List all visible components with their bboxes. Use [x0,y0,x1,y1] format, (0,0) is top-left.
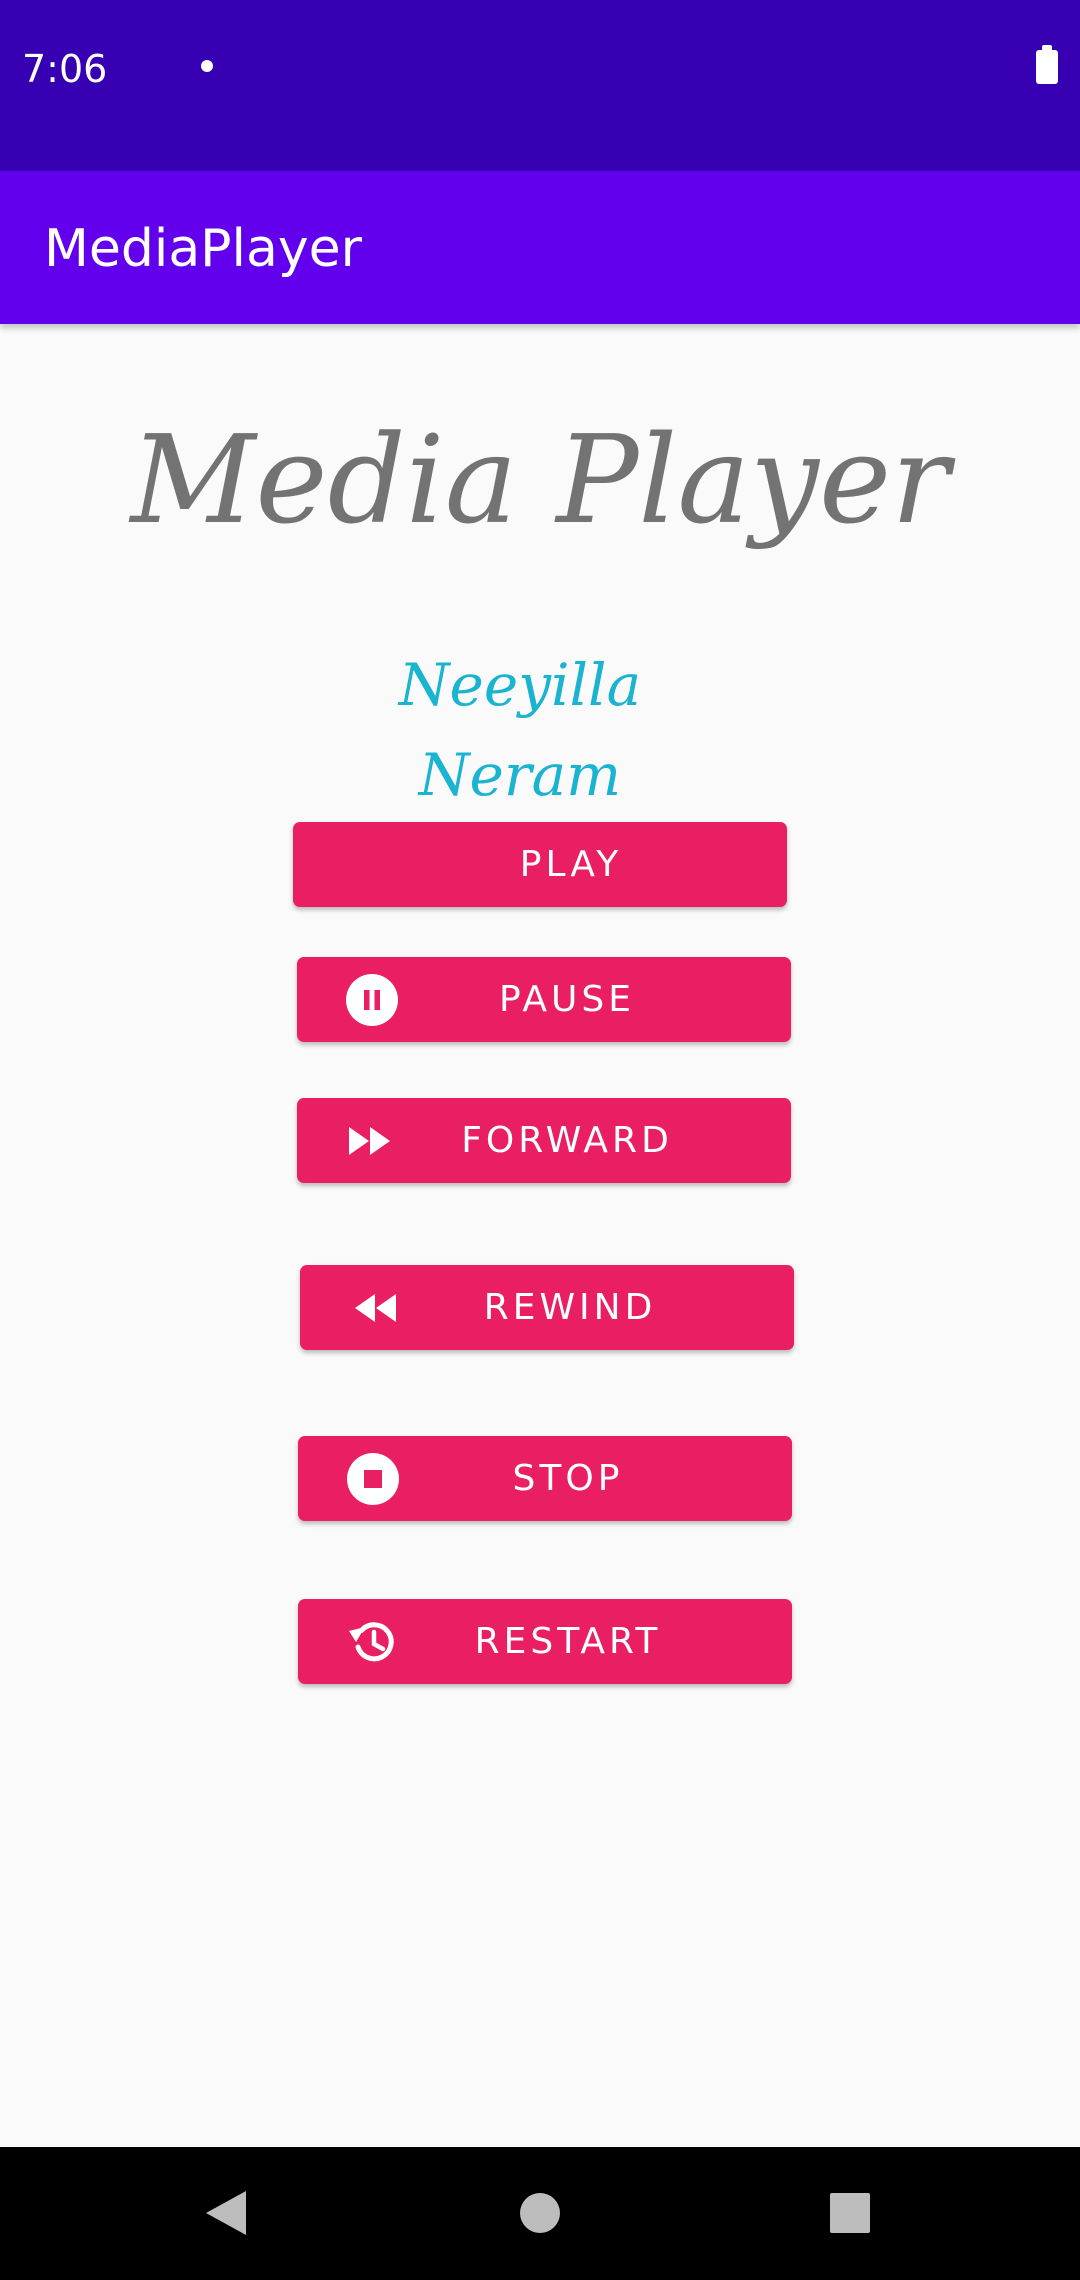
play-button[interactable]: PLAY [293,822,787,907]
rewind-button[interactable]: REWIND [300,1265,794,1350]
forward-button-label: FORWARD [461,1120,673,1161]
song-title: Neeyilla Neram [398,651,642,809]
battery-icon [1036,45,1058,84]
app-bar: MediaPlayer [0,171,1080,324]
notification-dot-icon [201,60,213,72]
stop-button-label: STOP [512,1458,624,1499]
home-icon[interactable] [498,2171,582,2255]
back-icon[interactable] [184,2171,268,2255]
rewind-button-label: REWIND [483,1287,657,1328]
status-bar: 7:06 [0,0,1080,171]
status-time: 7:06 [22,47,108,91]
stop-button[interactable]: STOP [298,1436,792,1521]
navigation-bar [0,2147,1080,2280]
forward-button[interactable]: FORWARD [297,1098,791,1183]
pause-button[interactable]: PAUSE [297,957,791,1042]
app-title: MediaPlayer [44,219,362,279]
restart-button[interactable]: RESTART [298,1599,792,1684]
pause-button-label: PAUSE [499,979,635,1020]
restart-button-label: RESTART [474,1621,662,1662]
page-heading: Media Player [130,409,950,551]
recents-icon[interactable] [808,2171,892,2255]
play-button-label: PLAY [519,844,623,885]
